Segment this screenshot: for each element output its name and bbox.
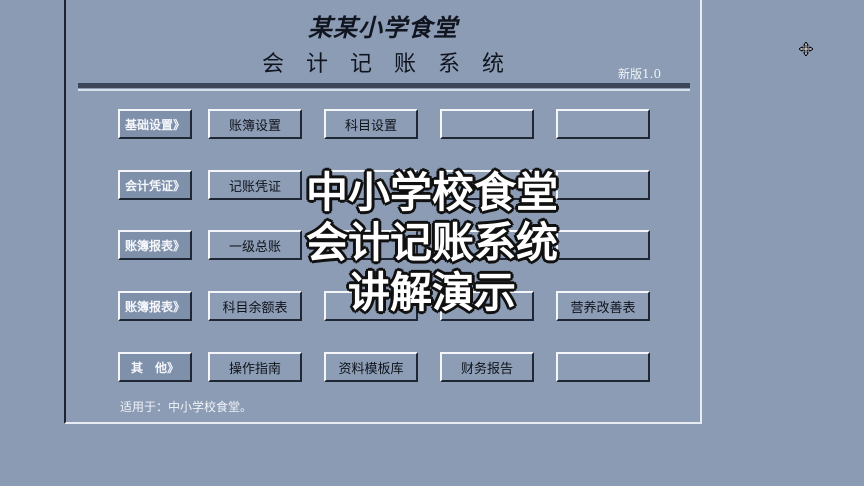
button-empty[interactable]: [556, 352, 650, 382]
version-label: 新版1.0: [618, 67, 662, 81]
category-ledger-reports-2[interactable]: 账簿报表》: [118, 291, 192, 321]
app-title: 某某小学食堂: [308, 14, 458, 42]
category-other[interactable]: 其 他》: [118, 352, 192, 382]
footer-note: 适用于：中小学校食堂。: [120, 400, 253, 414]
button-account-settings[interactable]: 科目设置: [324, 109, 418, 139]
video-caption-overlay: 中小学校食堂 会计记账系统 讲解演示: [280, 168, 584, 318]
button-financial-report[interactable]: 财务报告: [440, 352, 534, 382]
button-operation-guide[interactable]: 操作指南: [208, 352, 302, 382]
caption-line: 会计记账系统: [305, 218, 558, 267]
button-empty[interactable]: [440, 109, 534, 139]
header-divider-highlight: [78, 89, 690, 91]
caption-line: 中小学校食堂: [305, 168, 558, 217]
move-cursor-icon: [799, 42, 813, 56]
caption-line: 讲解演示: [347, 268, 516, 317]
button-empty[interactable]: [556, 109, 650, 139]
app-subtitle: 会计记账系统: [261, 52, 526, 77]
header-divider: [78, 83, 690, 88]
category-basic-settings[interactable]: 基础设置》: [118, 109, 192, 139]
button-template-library[interactable]: 资料模板库: [324, 352, 418, 382]
category-ledger-reports[interactable]: 账簿报表》: [118, 230, 192, 260]
category-vouchers[interactable]: 会计凭证》: [118, 170, 192, 200]
button-ledger-settings[interactable]: 账簿设置: [208, 109, 302, 139]
